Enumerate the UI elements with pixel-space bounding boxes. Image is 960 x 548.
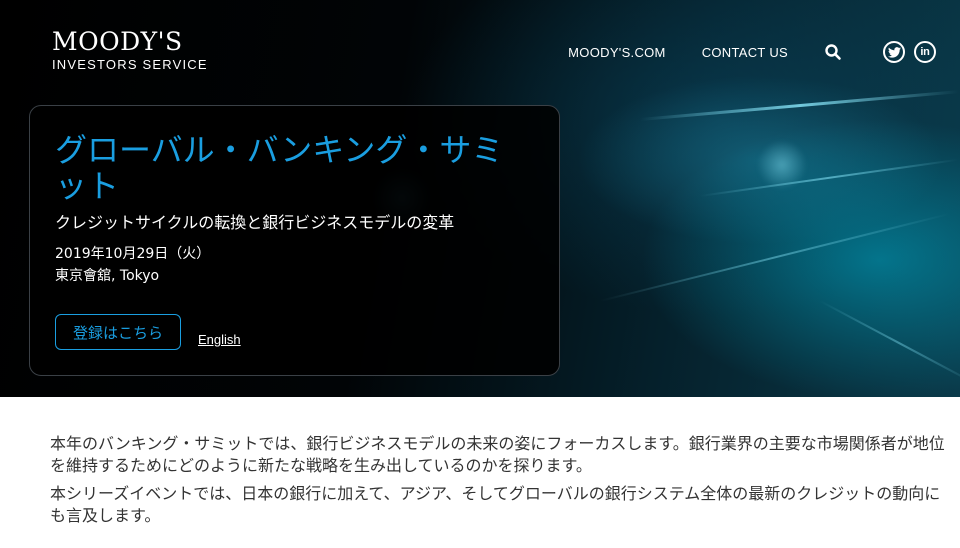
nav-link-moodys-com[interactable]: MOODY'S.COM bbox=[568, 45, 666, 60]
nav-link-contact-us[interactable]: CONTACT US bbox=[702, 45, 788, 60]
top-nav: MOODY'S.COM CONTACT US in bbox=[568, 40, 936, 64]
light-streak bbox=[639, 90, 959, 121]
event-card: グローバル・バンキング・サミット クレジットサイクルの転換と銀行ビジネスモデルの… bbox=[29, 105, 560, 376]
description-paragraph-1: 本年のバンキング・サミットでは、銀行ビジネスモデルの未来の姿にフォーカスします。… bbox=[50, 434, 945, 475]
moodys-logo[interactable]: MOODY'S INVESTORS SERVICE bbox=[52, 28, 208, 73]
twitter-icon[interactable] bbox=[883, 41, 905, 63]
linkedin-icon[interactable]: in bbox=[914, 41, 936, 63]
english-link[interactable]: English bbox=[198, 332, 241, 347]
register-button[interactable]: 登録はこちら bbox=[55, 314, 181, 350]
event-date: 2019年10月29日（火） bbox=[55, 246, 211, 262]
logo-tagline: INVESTORS SERVICE bbox=[52, 57, 208, 72]
hero-banner: MOODY'S INVESTORS SERVICE MOODY'S.COM CO… bbox=[0, 0, 960, 397]
logo-wordmark: MOODY'S bbox=[52, 27, 183, 56]
event-venue: 東京會舘, Tokyo bbox=[55, 268, 160, 284]
light-streak bbox=[819, 300, 960, 387]
linkedin-glyph: in bbox=[920, 46, 930, 58]
event-description: 本年のバンキング・サミットでは、銀行ビジネスモデルの未来の姿にフォーカスします。… bbox=[50, 433, 945, 533]
description-paragraph-2: 本シリーズイベントでは、日本の銀行に加えて、アジア、そしてグローバルの銀行システ… bbox=[50, 484, 941, 525]
light-streak bbox=[699, 158, 958, 197]
event-subtitle: クレジットサイクルの転換と銀行ビジネスモデルの変革 bbox=[55, 213, 455, 232]
light-glow bbox=[757, 140, 807, 190]
search-icon[interactable] bbox=[824, 43, 842, 61]
light-streak bbox=[599, 212, 950, 302]
event-title: グローバル・バンキング・サミット bbox=[55, 131, 504, 205]
